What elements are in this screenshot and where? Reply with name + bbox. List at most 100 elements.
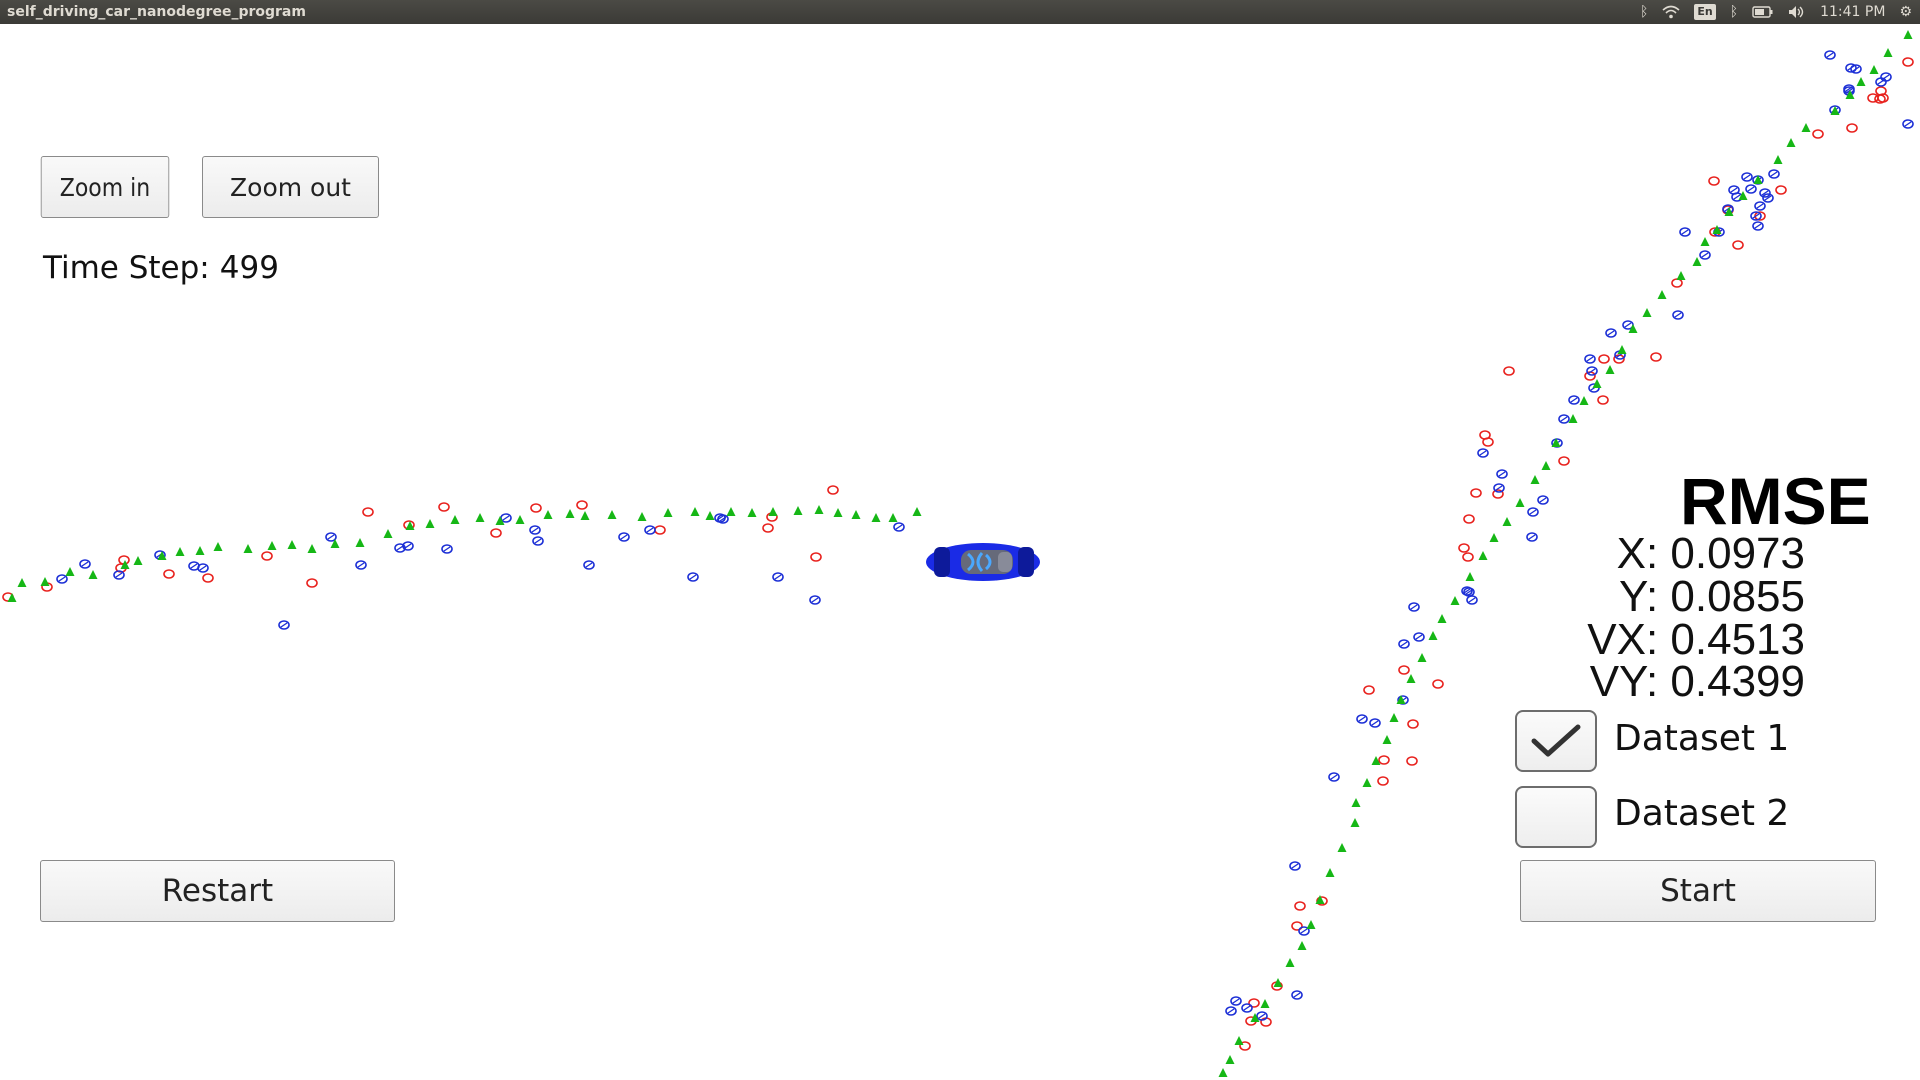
rmse-vy-value: VY: 0.4399 <box>1589 657 1805 706</box>
estimate-marker <box>793 506 803 515</box>
estimate-marker <box>267 541 277 550</box>
estimate-marker <box>133 556 143 565</box>
dataset-1-label[interactable]: Dataset 1 <box>1614 718 1789 759</box>
radar-marker <box>1408 602 1420 612</box>
radar-marker <box>1289 861 1301 871</box>
wifi-icon[interactable] <box>1662 0 1680 24</box>
estimate-marker <box>450 515 460 524</box>
estimate-marker <box>475 513 485 522</box>
radar-marker <box>1672 310 1684 320</box>
estimate-marker <box>768 507 778 516</box>
dataset-1-checkbox[interactable] <box>1515 710 1597 772</box>
radar-marker <box>1413 632 1425 642</box>
car-icon <box>926 543 1040 581</box>
system-top-bar: self_driving_car_nanodegree_program ᛒ En… <box>0 0 1920 24</box>
lidar-marker <box>1294 901 1306 911</box>
lidar-marker <box>1598 354 1610 364</box>
start-button[interactable]: Start <box>1520 860 1876 922</box>
dataset-2-label[interactable]: Dataset 2 <box>1614 793 1789 834</box>
estimate-marker <box>1903 30 1913 39</box>
estimate-marker <box>1260 999 1270 1008</box>
lidar-marker <box>490 528 502 538</box>
radar-marker <box>1824 50 1836 60</box>
rmse-x-value: X: 0.0973 <box>1616 529 1805 578</box>
estimate-marker <box>1478 551 1488 560</box>
radar-marker <box>1230 996 1242 1006</box>
volume-icon[interactable] <box>1788 0 1806 24</box>
estimate-marker <box>1642 308 1652 317</box>
estimate-marker <box>690 507 700 516</box>
estimate-marker <box>1297 941 1307 950</box>
radar-marker <box>1328 772 1340 782</box>
estimate-marker <box>1801 123 1811 132</box>
estimate-marker <box>195 546 205 555</box>
clock[interactable]: 11:41 PM <box>1820 4 1885 20</box>
lidar-marker <box>1432 679 1444 689</box>
estimate-marker <box>40 577 50 586</box>
estimate-marker <box>1617 345 1627 354</box>
radar-marker <box>1527 507 1539 517</box>
radar-marker <box>79 559 91 569</box>
radar-marker <box>1605 328 1617 338</box>
estimate-marker <box>1489 533 1499 542</box>
radar-marker <box>1526 532 1538 542</box>
lidar-marker <box>261 551 273 561</box>
lidar-marker <box>810 552 822 562</box>
settings-gear-icon[interactable]: ⚙ <box>1899 0 1912 24</box>
lidar-marker <box>1671 278 1683 288</box>
keyboard-layout-badge: En <box>1694 4 1716 20</box>
lidar-marker <box>306 578 318 588</box>
estimate-marker <box>543 510 553 519</box>
estimate-marker <box>1350 818 1360 827</box>
estimate-marker <box>1541 461 1551 470</box>
estimate-marker <box>1225 1055 1235 1064</box>
radar-marker <box>1241 1003 1253 1013</box>
radar-marker <box>1496 469 1508 479</box>
estimate-marker <box>580 511 590 520</box>
estimate-marker <box>383 529 393 538</box>
radar-marker <box>1752 221 1764 231</box>
lidar-marker <box>530 503 542 513</box>
radar-marker <box>325 532 337 542</box>
estimate-marker <box>1869 65 1879 74</box>
radar-marker <box>1398 639 1410 649</box>
bluetooth-icon[interactable]: ᛒ <box>1730 0 1738 24</box>
time-step-readout: Time Step: 499 <box>43 250 279 286</box>
dataset-2-checkbox[interactable] <box>1515 786 1597 848</box>
lidar-marker <box>1377 776 1389 786</box>
lidar-marker <box>1650 352 1662 362</box>
estimate-marker <box>1692 257 1702 266</box>
estimate-marker <box>726 507 736 516</box>
lidar-marker <box>362 507 374 517</box>
lidar-marker <box>1407 719 1419 729</box>
radar-marker <box>532 536 544 546</box>
estimate-marker <box>1465 572 1475 581</box>
estimate-marker <box>17 578 27 587</box>
radar-marker <box>1369 718 1381 728</box>
radar-marker <box>1768 169 1780 179</box>
lidar-marker <box>827 485 839 495</box>
battery-icon[interactable] <box>1752 0 1774 24</box>
radar-marker <box>618 532 630 542</box>
estimate-marker <box>1428 631 1438 640</box>
estimate-marker <box>1437 614 1447 623</box>
zoom-out-button[interactable]: Zoom out <box>202 156 379 218</box>
radar-marker <box>355 560 367 570</box>
estimate-marker <box>1502 517 1512 526</box>
zoom-in-button[interactable]: Zoom in <box>40 156 170 218</box>
radar-marker <box>1466 595 1478 605</box>
lidar-marker <box>1902 57 1914 67</box>
estimate-marker <box>1530 475 1540 484</box>
keyboard-icon[interactable]: En <box>1694 0 1716 24</box>
estimate-marker <box>88 570 98 579</box>
bluetooth-icon[interactable]: ᛒ <box>1640 0 1648 24</box>
radar-marker <box>644 525 656 535</box>
estimate-marker <box>1285 958 1295 967</box>
lidar-marker <box>1398 665 1410 675</box>
estimate-marker <box>663 508 673 517</box>
estimate-marker <box>814 505 824 514</box>
restart-button[interactable]: Restart <box>40 860 395 922</box>
lidar-marker <box>654 525 666 535</box>
system-tray: ᛒ En ᛒ 11:41 PM ⚙ <box>1640 0 1920 24</box>
estimate-marker <box>1568 414 1578 423</box>
